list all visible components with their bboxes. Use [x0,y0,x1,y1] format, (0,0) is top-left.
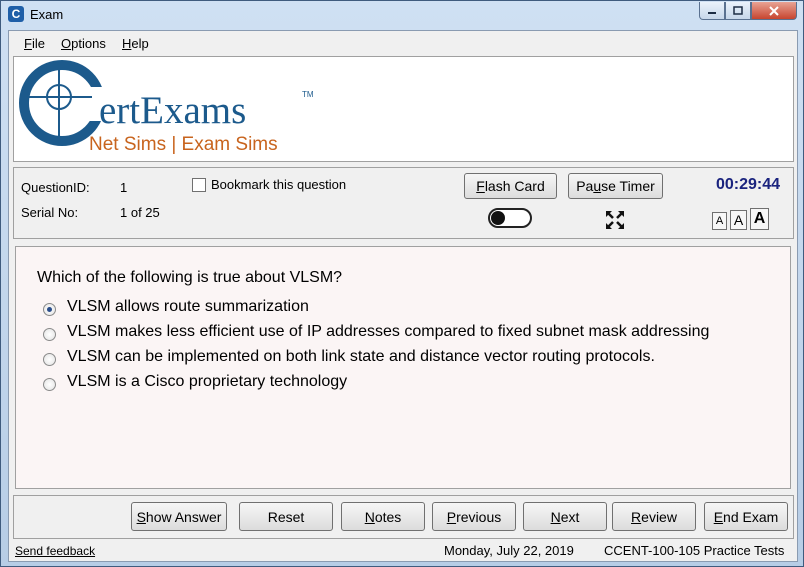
question-id-value: 1 [120,180,128,195]
option-radio-1[interactable] [43,303,56,316]
pause-timer-accel: u [593,178,602,194]
notes-button[interactable]: Notes [341,502,425,531]
menu-file[interactable]: File [24,36,45,51]
end-exam-label: nd Exam [723,509,779,525]
review-accel: R [631,509,642,525]
flash-card-button[interactable]: Flash Card [464,173,557,199]
close-icon [769,5,779,16]
option-radio-4[interactable] [43,378,56,391]
status-date: Monday, July 22, 2019 [444,543,574,558]
font-size-large-button[interactable]: A [750,208,769,230]
end-exam-accel: E [713,509,724,525]
menu-file-accel: F [24,36,32,51]
font-size-medium-button[interactable]: A [730,210,747,230]
navigation-panel: Show Answer Reset Notes Previous Next Re… [13,495,794,539]
show-answer-button[interactable]: Show Answer [131,502,227,531]
menu-file-label: ile [31,36,45,51]
menu-help[interactable]: Help [122,36,149,51]
menu-help-label: elp [131,36,149,51]
pause-timer-label-post: se Timer [601,178,655,194]
previous-label: revious [456,509,502,525]
option-radio-2[interactable] [43,328,56,341]
font-size-small-button[interactable]: A [712,212,727,230]
menu-options-accel: O [61,36,72,51]
option-radio-3[interactable] [43,353,56,366]
review-label: eview [641,509,677,525]
next-button[interactable]: Next [523,502,607,531]
question-text: Which of the following is true about VLS… [37,269,343,286]
fullscreen-icon[interactable] [604,209,626,231]
maximize-button[interactable] [725,2,751,20]
option-label-2[interactable]: VLSM makes less efficient use of IP addr… [67,323,709,341]
theme-toggle[interactable] [488,208,532,228]
flash-card-label: lash Card [484,178,545,194]
logo-name: ertExams [99,89,246,132]
window-title: Exam [30,7,64,22]
certexams-logo: ertExams TM Net Sims | Exam Sims [19,60,314,155]
option-label-4[interactable]: VLSM is a Cisco proprietary technology [67,373,347,391]
show-answer-label: how Answer [145,509,222,525]
logo-tagline: Net Sims | Exam Sims [89,134,278,155]
question-info-panel: QuestionID: 1 Serial No: 1 of 25 Bookmar… [13,167,794,239]
next-label: ext [560,509,580,525]
exam-window: C Exam File Options Help ertExams TM Net… [0,0,804,567]
minimize-button[interactable] [699,2,725,20]
title-bar[interactable]: C Exam [1,1,803,29]
menu-options[interactable]: Options [61,36,106,51]
pause-timer-label-pre: Pa [576,178,594,194]
question-panel: Which of the following is true about VLS… [15,246,791,489]
menu-bar: File Options Help [9,31,797,55]
client-area: File Options Help ertExams TM Net Sims |… [8,30,798,562]
send-feedback-link[interactable]: Send feedback [15,544,95,558]
previous-button[interactable]: Previous [432,502,516,531]
close-button[interactable] [751,2,797,20]
serial-value: 1 of 25 [120,205,160,220]
previous-accel: P [446,509,457,525]
logo-panel: ertExams TM Net Sims | Exam Sims [13,56,794,162]
menu-help-accel: H [122,36,132,51]
logo-trademark: TM [302,90,314,99]
flash-card-accel: F [476,178,485,194]
option-label-1[interactable]: VLSM allows route summarization [67,298,309,316]
end-exam-button[interactable]: End Exam [704,502,788,531]
next-accel: N [550,509,561,525]
option-label-3[interactable]: VLSM can be implemented on both link sta… [67,348,655,366]
menu-options-label: ptions [71,36,106,51]
timer-display: 00:29:44 [716,176,781,193]
serial-label: Serial No: [21,205,79,220]
review-button[interactable]: Review [612,502,696,531]
status-product: CCENT-100-105 Practice Tests [604,543,785,558]
toggle-knob [491,211,505,225]
notes-accel: N [364,509,375,525]
question-id-label: QuestionID: [21,180,90,195]
bookmark-label[interactable]: Bookmark this question [211,177,346,192]
reset-button[interactable]: Reset [239,502,333,531]
show-answer-accel: S [136,509,146,525]
minimize-icon [708,11,716,14]
bookmark-checkbox[interactable] [192,178,206,192]
notes-label: otes [374,509,402,525]
maximize-icon [733,6,743,15]
app-icon: C [8,6,24,22]
pause-timer-button[interactable]: Pause Timer [568,173,663,199]
